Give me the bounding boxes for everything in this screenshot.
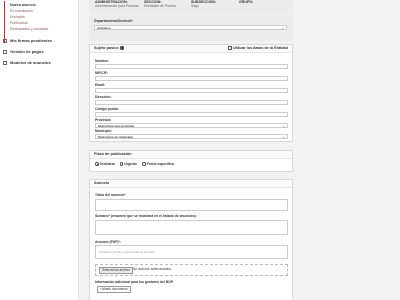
add-document-button[interactable]: +Añadir documento bbox=[97, 286, 131, 293]
sidebar-item-firmas[interactable]: Mis firmas pendientes bbox=[0, 35, 78, 46]
nombre-label: Nombre: bbox=[95, 59, 109, 63]
payment-icon bbox=[3, 49, 7, 54]
nif-input[interactable] bbox=[95, 76, 288, 81]
use-entity-data-checkbox[interactable]: Utilizar los datos de la Entidad bbox=[228, 45, 288, 52]
select-file-button[interactable]: Seleccionar archivo bbox=[99, 267, 133, 274]
file-status: No archivos seleccionados bbox=[133, 267, 171, 271]
sidebar-item-modelos[interactable]: Modelos de anuncios bbox=[0, 57, 78, 68]
radio-button[interactable] bbox=[141, 162, 146, 166]
codigo-postal-label: Código postal: bbox=[95, 107, 119, 111]
template-icon bbox=[3, 60, 7, 65]
titulo-input[interactable] bbox=[95, 199, 288, 211]
departamento-label: Departamento/Servicio*: bbox=[94, 19, 134, 23]
direccion-input[interactable] bbox=[95, 100, 288, 105]
header-administracion: ADMINISTRACIÓN: Administración para Prueb… bbox=[95, 0, 139, 8]
context-header: ADMINISTRACIÓN: Administración para Prueb… bbox=[89, 0, 293, 14]
info-icon[interactable]: i bbox=[119, 46, 124, 50]
radio-fecha-especifica[interactable]: Fecha específica bbox=[141, 162, 174, 166]
municipio-label: Municipio: bbox=[95, 129, 112, 133]
plazo-publicacion-card: Plazo de publicación Ordinaria Urgente F… bbox=[89, 150, 293, 172]
chevron-down-icon: ⌄ bbox=[282, 135, 285, 139]
email-label: Email: bbox=[95, 83, 106, 87]
sumario-textarea[interactable] bbox=[95, 220, 288, 235]
chevron-down-icon: ⌄ bbox=[282, 124, 285, 128]
sidebar-item-pagos[interactable]: Gestión de pagos bbox=[0, 46, 78, 57]
sumario-label: Sumario* (resumen que se mostrará en el … bbox=[95, 214, 197, 218]
email-field[interactable] bbox=[95, 88, 288, 93]
radio-button[interactable] bbox=[95, 162, 99, 166]
card-title: Sujeto pasivo i Utilizar los datos de la… bbox=[90, 45, 292, 53]
radio-ordinaria[interactable]: Ordinaria bbox=[95, 162, 115, 166]
nombre-input[interactable] bbox=[95, 64, 288, 69]
sidebar: Nuevo anuncio En tramitación Enviados Pu… bbox=[0, 0, 79, 300]
departamento-select[interactable]: Anuncios ⌄ bbox=[94, 25, 287, 30]
chevron-down-icon: ⌄ bbox=[281, 26, 284, 30]
nif-label: NIF/CIF: bbox=[95, 71, 108, 75]
card-title: Anuncio bbox=[90, 180, 292, 188]
pdf-label: Anuncio (PDF)*: bbox=[95, 240, 121, 244]
sidebar-item-label: Modelos de anuncios bbox=[10, 60, 51, 65]
departamento-section: Departamento/Servicio*: Anuncios ⌄ bbox=[89, 15, 293, 41]
card-title: Plazo de publicación bbox=[90, 151, 292, 159]
pdf-dropzone[interactable]: Arrastra el archivo para subirlo al anun… bbox=[95, 245, 288, 259]
active-indicator bbox=[4, 1, 5, 43]
radio-urgente[interactable]: Urgente bbox=[119, 162, 137, 166]
sidebar-item-label: Gestión de pagos bbox=[10, 49, 44, 54]
provincia-label: Provincia: bbox=[95, 118, 112, 122]
plazo-options: Ordinaria Urgente Fecha específica bbox=[95, 162, 174, 166]
direccion-label: Dirección: bbox=[95, 95, 112, 99]
titulo-label: Título del anuncio*: bbox=[95, 193, 127, 197]
provincia-select[interactable]: Seleccione una provincia ⌄ bbox=[95, 123, 288, 128]
sujeto-pasivo-card: Sujeto pasivo i Utilizar los datos de la… bbox=[89, 44, 293, 142]
anuncio-card: Anuncio Título del anuncio*: Sumario* (r… bbox=[89, 179, 293, 300]
codigo-postal-input[interactable] bbox=[95, 112, 288, 117]
municipio-select[interactable]: Seleccione un municipio ⌄ bbox=[95, 134, 288, 139]
info-adicional-label: Información adicional para los gestores … bbox=[95, 280, 174, 284]
header-seccion: SECCIÓN: Entidades de Prueba bbox=[144, 0, 176, 8]
header-grupo: GRUPO: bbox=[239, 0, 254, 4]
header-subseccion: SUBSECCIÓN: Sago bbox=[191, 0, 217, 8]
radio-button[interactable] bbox=[119, 162, 124, 166]
sidebar-item-label: Mis firmas pendientes bbox=[10, 38, 53, 43]
checkbox-box[interactable] bbox=[228, 46, 232, 50]
